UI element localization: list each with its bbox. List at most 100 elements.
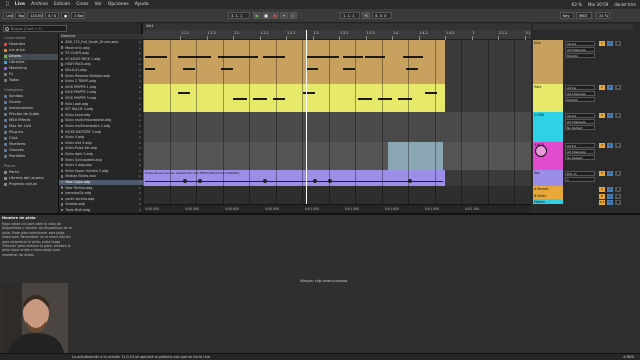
category-item[interactable]: Instrumentos (4, 106, 58, 112)
file-item[interactable]: Kicks mid 5.adg ▸ (59, 141, 143, 146)
preview-arrow-icon[interactable]: ▸ (139, 57, 141, 62)
preview-arrow-icon[interactable]: ▸ (139, 51, 141, 56)
track-activator[interactable]: A (599, 187, 605, 192)
preview-arrow-icon[interactable]: ▸ (139, 40, 141, 45)
preview-arrow-icon[interactable]: ▸ (139, 107, 141, 112)
collection-item[interactable]: Favoritos (4, 42, 58, 48)
file-item[interactable]: KIT RALLIE 4.adg ▸ (59, 107, 143, 112)
file-item[interactable]: Kicks Super Inchere 2.adg ▸ (59, 169, 143, 174)
track-activator[interactable]: B (599, 194, 605, 199)
record-icon[interactable]: ● (271, 12, 279, 19)
track-channel-select[interactable]: All Channels (565, 91, 595, 96)
file-list-header[interactable]: Nombre (59, 34, 143, 39)
track-header[interactable]: A Reverb (533, 186, 563, 193)
arm-button[interactable]: ● (615, 113, 621, 118)
search-input[interactable]: Buscar (Cmd + F) (3, 25, 67, 32)
file-item[interactable]: Move arcc.adg ▸ (59, 46, 143, 51)
preview-arrow-icon[interactable]: ▸ (139, 174, 141, 179)
metronome-icon[interactable]: ● (61, 12, 69, 19)
preview-arrow-icon[interactable]: ▸ (139, 169, 141, 174)
place-item[interactable]: Packs (4, 170, 58, 176)
menu-edicion[interactable]: Edición (54, 2, 70, 7)
collection-item[interactable]: Librerías (4, 60, 58, 66)
preview-arrow-icon[interactable]: ▸ (139, 202, 141, 207)
track-header[interactable]: 2-MIDI (533, 112, 563, 142)
file-item[interactable]: perec techno.adg ▸ (59, 197, 143, 202)
file-item[interactable]: Kicks multi/resonatorsk.adg ▸ (59, 118, 143, 123)
file-item[interactable]: Kick Look.adg ▸ (59, 102, 143, 107)
menu-ver[interactable]: Ver (95, 2, 102, 7)
track-channel-select[interactable]: All Channels (565, 47, 595, 52)
file-item[interactable]: Kicks Resonar Multiple.adg ▸ (59, 74, 143, 79)
preview-arrow-icon[interactable]: ▸ (139, 118, 141, 123)
file-item[interactable]: KICKS BATTERY 3.adg ▸ (59, 130, 143, 135)
detail-view[interactable] (0, 213, 640, 353)
file-item[interactable]: KICK PHIPPS 1.adg ▸ (59, 85, 143, 90)
file-item[interactable]: Tools Multi.adg ▸ (59, 208, 143, 213)
file-item[interactable]: Kicks 5 adg.adg ▸ (59, 163, 143, 168)
track-input-select[interactable]: All Ins (565, 143, 595, 148)
file-item[interactable]: Kicks Pulse Fat.adg ▸ (59, 146, 143, 151)
preview-arrow-icon[interactable]: ▸ (139, 113, 141, 118)
preview-arrow-icon[interactable]: ▸ (139, 90, 141, 95)
solo-button[interactable]: S (607, 187, 613, 192)
file-item[interactable]: 808_175_Full_South_Drums.wav ▸ (59, 40, 143, 45)
preview-arrow-icon[interactable]: ▸ (139, 102, 141, 107)
battery-status[interactable]: 63 % (572, 2, 582, 7)
file-item[interactable]: Kicks 4.adg ▸ (59, 135, 143, 140)
arm-button[interactable]: ● (615, 143, 621, 148)
menu-app[interactable]: Live (15, 2, 25, 7)
file-item[interactable]: Strokes.adg ▸ (59, 202, 143, 207)
preview-arrow-icon[interactable]: ▸ (139, 208, 141, 213)
track-activator[interactable]: 5 (599, 171, 605, 176)
collection-item[interactable]: Todos (4, 78, 58, 84)
beat-ruler[interactable]: 1.1.2 1.1.3 1.2 1.2.2 1.2.3 1.3 1.3.2 1.3.3 1.4 1… (143, 30, 534, 40)
file-item[interactable]: Kicks 2 TRAPS.adg ▸ (59, 79, 143, 84)
preview-arrow-icon[interactable]: ▸ (139, 68, 141, 73)
menu-crear[interactable]: Crear (76, 2, 88, 7)
track-input-select[interactable]: Ext. In (565, 171, 595, 176)
track-channel-select[interactable]: All Channels (565, 119, 595, 124)
preview-arrow-icon[interactable]: ▸ (139, 141, 141, 146)
arm-button[interactable]: ● (615, 187, 621, 192)
track-monitor-select[interactable]: Monitor (565, 97, 595, 102)
track-activator[interactable]: 4 (599, 143, 605, 148)
pan-knob-icon[interactable] (535, 145, 547, 157)
file-item[interactable]: Kicks multicamadors 2.adg ▸ (59, 124, 143, 129)
tempo-field[interactable]: 120.00 (27, 12, 43, 19)
category-item[interactable]: MIDI Effects (4, 118, 58, 124)
collection-item[interactable]: ma drive (4, 48, 58, 54)
track-header[interactable]: Kick (533, 40, 563, 84)
play-icon[interactable]: ▶ (253, 12, 261, 19)
file-item[interactable]: 97-KICKS PACK 1.adg ▸ (59, 57, 143, 62)
preview-arrow-icon[interactable]: ▸ (139, 130, 141, 135)
preview-arrow-icon[interactable]: ▸ (139, 74, 141, 79)
category-item[interactable]: Efectos de Audio (4, 112, 58, 118)
track-input-select[interactable]: All Ins (565, 85, 595, 90)
track-header[interactable]: Voz (533, 170, 563, 186)
file-item[interactable]: Module Slides.wav ▸ (59, 174, 143, 179)
solo-button[interactable]: S (607, 200, 613, 205)
category-item[interactable]: Max for Live (4, 124, 58, 130)
file-item[interactable]: New Techno.adg ▸ (59, 186, 143, 191)
file-item[interactable]: Kicks dark 5.adg ▸ (59, 152, 143, 157)
file-item[interactable]: KICK PHIPPS 3.adg ▸ (59, 96, 143, 101)
arm-button[interactable]: ● (615, 171, 621, 176)
category-item[interactable]: Muestras (4, 142, 58, 148)
track-header[interactable]: Hats (533, 84, 563, 112)
category-item[interactable]: Clips (4, 136, 58, 142)
solo-button[interactable]: S (607, 85, 613, 90)
loop-length[interactable]: 4. 0. 0 (372, 12, 392, 19)
arm-button[interactable]: ● (615, 200, 621, 205)
link-button[interactable]: Link (3, 12, 13, 19)
category-item[interactable]: Plug-Ins (4, 130, 58, 136)
file-item[interactable]: New Cajon.adg ▸ (59, 180, 143, 185)
preview-arrow-icon[interactable]: ▸ (139, 146, 141, 151)
preview-arrow-icon[interactable]: ▸ (139, 186, 141, 191)
track-header[interactable]: Master (533, 199, 563, 204)
file-item[interactable]: pecosta/Gs.adg ▸ (59, 191, 143, 196)
preview-arrow-icon[interactable]: ▸ (139, 79, 141, 84)
collection-item[interactable]: Mastering (4, 66, 58, 72)
solo-button[interactable]: S (607, 194, 613, 199)
track-activator[interactable]: 3 (599, 113, 605, 118)
